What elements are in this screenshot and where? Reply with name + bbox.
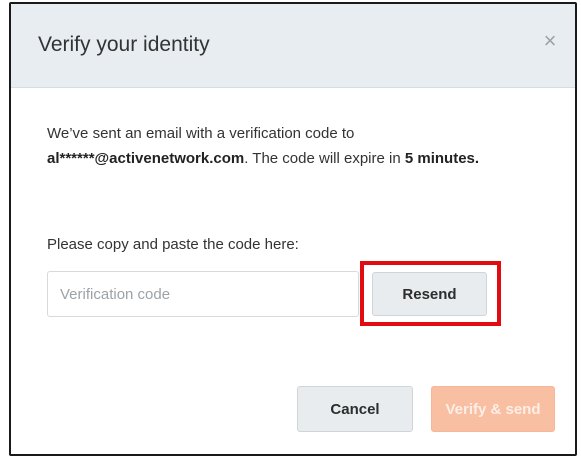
verify-and-send-button[interactable]: Verify & send	[431, 386, 555, 432]
resend-button[interactable]: Resend	[372, 272, 487, 316]
verify-identity-dialog: Verify your identity × We’ve sent an ema…	[9, 2, 577, 456]
cancel-button[interactable]: Cancel	[297, 386, 413, 432]
code-prompt-label: Please copy and paste the code here:	[47, 236, 299, 253]
expiry-duration: 5 minutes.	[404, 150, 480, 167]
verification-message: We’ve sent an email with a verification …	[47, 121, 517, 171]
message-text-middle: . The code will expire in	[244, 150, 405, 167]
dialog-title: Verify your identity	[38, 33, 210, 56]
close-button[interactable]: ×	[539, 30, 561, 52]
verification-code-input[interactable]	[47, 271, 359, 317]
close-icon[interactable]: ×	[544, 30, 557, 52]
dialog-header: Verify your identity ×	[11, 4, 575, 88]
masked-email: al******@activenetwork.com	[47, 150, 245, 167]
message-text-start: We’ve sent an email with a verification …	[47, 125, 355, 142]
